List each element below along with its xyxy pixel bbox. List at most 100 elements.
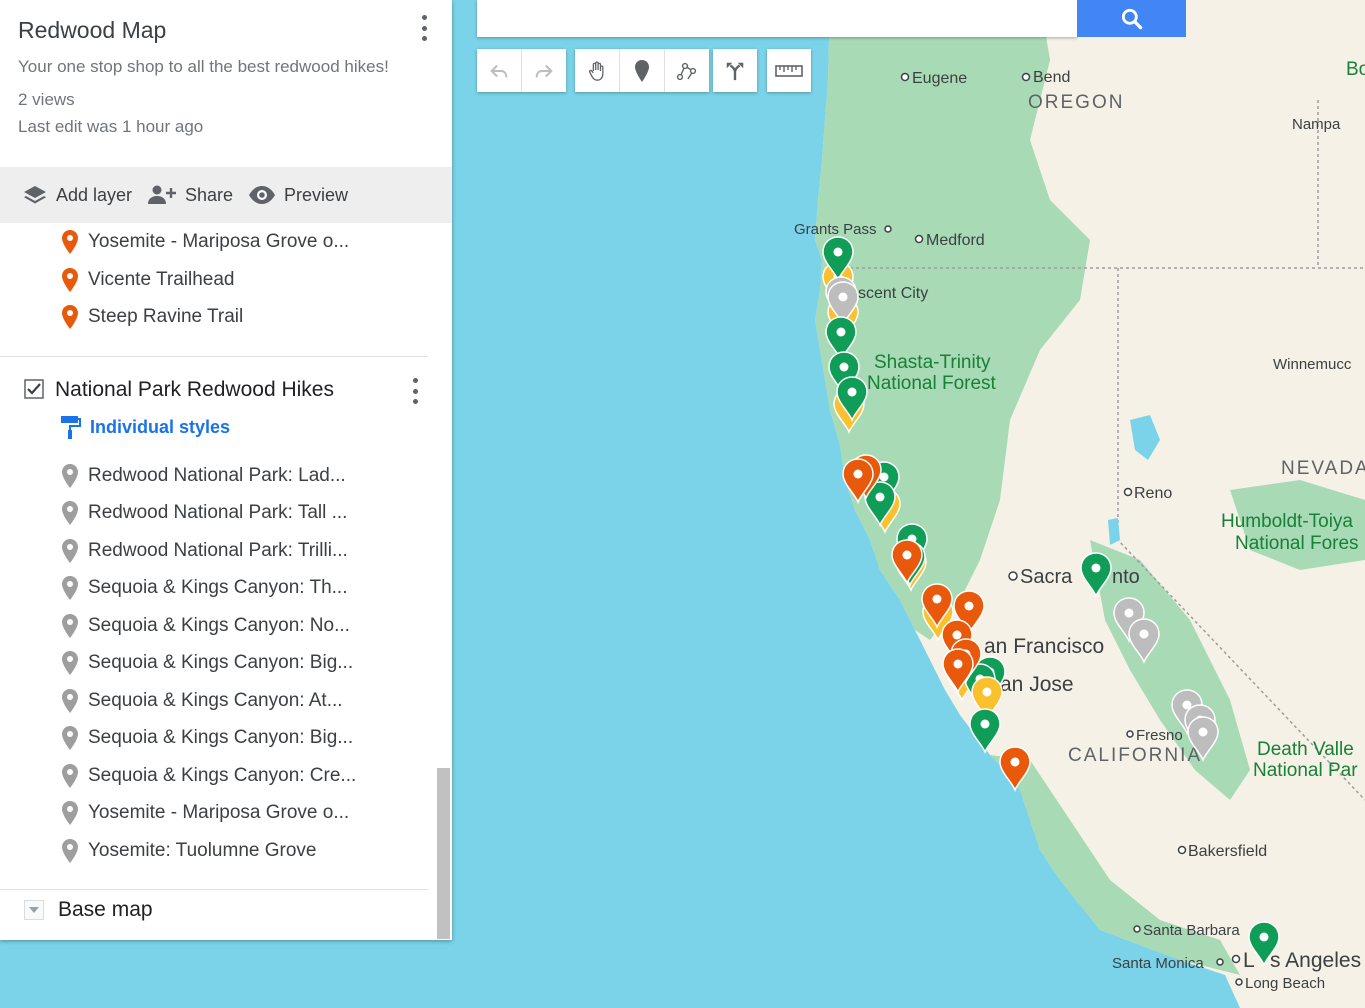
list-item[interactable]: Sequoia & Kings Canyon: Th... — [60, 570, 347, 606]
kebab-dot — [421, 15, 427, 20]
layer-title[interactable]: National Park Redwood Hikes — [55, 378, 334, 402]
map-description[interactable]: Your one stop shop to all the best redwo… — [18, 57, 389, 77]
list-item[interactable]: Sequoia & Kings Canyon: No... — [60, 608, 350, 644]
ruler-icon — [775, 64, 803, 77]
map-label-medford: Medford — [926, 232, 985, 249]
city-dot — [1177, 845, 1187, 855]
city-dot — [1021, 72, 1031, 82]
map-label-bend: Bend — [1033, 69, 1070, 86]
list-item[interactable]: Sequoia & Kings Canyon: At... — [60, 683, 343, 719]
gray-marker-icon — [62, 764, 78, 788]
preview-label: Preview — [284, 184, 349, 205]
gray-marker-icon — [62, 689, 78, 713]
map-options-menu-button[interactable] — [421, 15, 427, 41]
list-item-label: Sequoia & Kings Canyon: Big... — [88, 727, 354, 748]
map-title[interactable]: Redwood Map — [18, 17, 166, 44]
list-item-label: Yosemite - Mariposa Grove o... — [88, 231, 350, 252]
kebab-dot — [412, 388, 418, 394]
list-item[interactable]: Redwood National Park: Tall ... — [60, 495, 347, 531]
city-dot — [1216, 958, 1224, 966]
map-label-shasta-1: Shasta-Trinity — [874, 352, 991, 373]
layer-visibility-checkbox[interactable] — [24, 379, 44, 399]
map-label-humboldt-2: National Fores — [1235, 533, 1359, 554]
directions-tools — [713, 49, 757, 92]
undo-icon — [490, 64, 508, 77]
city-dot — [1123, 487, 1133, 497]
map-label-reno: Reno — [1134, 485, 1172, 502]
kebab-dot — [412, 399, 418, 404]
list-item[interactable]: Steep Ravine Trail — [60, 299, 243, 335]
map-label-la-b: s Angeles — [1270, 949, 1361, 972]
list-item-label: Sequoia & Kings Canyon: No... — [88, 615, 350, 636]
city-dot — [884, 225, 892, 233]
measure-button[interactable] — [767, 49, 811, 92]
layer-options-menu-button[interactable] — [412, 378, 418, 404]
list-item-label: Redwood National Park: Tall ... — [88, 502, 348, 523]
add-person-icon — [148, 185, 176, 204]
gray-marker-icon — [62, 576, 78, 600]
city-dot — [1235, 978, 1243, 986]
list-item[interactable]: Sequoia & Kings Canyon: Cre... — [60, 758, 356, 794]
panel-scrollbar[interactable] — [437, 768, 450, 939]
city-dot — [1126, 730, 1134, 738]
orange-marker-icon — [62, 268, 78, 292]
list-item-label: Yosemite - Mariposa Grove o... — [88, 802, 350, 823]
add-layer-button[interactable]: Add layer — [22, 167, 132, 223]
map-last-edit: Last edit was 1 hour ago — [18, 117, 204, 136]
add-directions-button[interactable] — [713, 49, 757, 92]
base-map-toggle[interactable]: Base map — [24, 898, 153, 922]
map-label-bo: Bo — [1346, 59, 1365, 80]
draw-line-button[interactable] — [665, 49, 709, 92]
map-label-long-beach: Long Beach — [1245, 975, 1325, 992]
basemap-divider — [0, 889, 428, 890]
list-item[interactable]: Yosemite - Mariposa Grove o... — [60, 795, 349, 831]
list-item[interactable]: Sequoia & Kings Canyon: Big... — [60, 720, 353, 756]
map-label-eugene: Eugene — [912, 70, 967, 87]
share-label: Share — [185, 184, 234, 205]
orange-marker-icon — [62, 230, 78, 254]
map-label-death-valley-1: Death Valle — [1257, 739, 1354, 760]
search-icon — [1121, 8, 1142, 29]
list-item[interactable]: Sequoia & Kings Canyon: Big... — [60, 645, 353, 681]
kebab-dot — [412, 378, 418, 383]
city-dot — [900, 72, 910, 82]
paint-roller-icon — [61, 416, 81, 439]
list-item[interactable]: Vicente Trailhead — [60, 262, 234, 298]
search-button[interactable] — [1077, 0, 1186, 37]
redo-button[interactable] — [522, 49, 566, 92]
list-item[interactable]: Redwood National Park: Trilli... — [60, 533, 348, 569]
list-item-label: Sequoia & Kings Canyon: Cre... — [88, 765, 357, 786]
map-label-winnemucca: Winnemucc — [1273, 356, 1352, 373]
map-label-santa-monica: Santa Monica — [1112, 955, 1204, 972]
measure-tools — [767, 49, 811, 92]
map-label-grants-pass: Grants Pass — [794, 221, 877, 238]
map-label-nampa: Nampa — [1292, 116, 1341, 133]
list-item-label: Sequoia & Kings Canyon: At... — [88, 690, 343, 711]
kebab-dot — [421, 36, 427, 41]
gray-marker-icon — [62, 651, 78, 675]
preview-button[interactable]: Preview — [248, 167, 348, 223]
list-item[interactable]: Yosemite - Mariposa Grove o... — [60, 224, 349, 260]
map-label-nevada: NEVADA — [1281, 458, 1365, 479]
list-item[interactable]: Yosemite: Tuolumne Grove — [60, 833, 316, 869]
list-item[interactable]: Redwood National Park: Lad... — [60, 458, 346, 494]
map-label-san-jose: an Jose — [1000, 673, 1074, 696]
select-tool-button[interactable] — [575, 49, 620, 92]
add-marker-button[interactable] — [620, 49, 665, 92]
list-item-label: Sequoia & Kings Canyon: Big... — [88, 652, 354, 673]
directions-icon — [726, 62, 744, 80]
draw-tools — [575, 49, 709, 92]
share-button[interactable]: Share — [147, 167, 233, 223]
gray-marker-icon — [62, 464, 78, 488]
map-label-death-valley-2: National Par — [1253, 760, 1358, 781]
map-label-santa-barbara: Santa Barbara — [1143, 922, 1240, 939]
individual-styles-link[interactable]: Individual styles — [60, 414, 230, 440]
gray-marker-icon — [62, 839, 78, 863]
history-tools — [477, 49, 566, 92]
search-input[interactable] — [477, 0, 1077, 37]
layer-divider — [0, 356, 428, 357]
gray-marker-icon — [62, 614, 78, 638]
map-label-oregon: OREGON — [1028, 92, 1124, 113]
orange-marker-icon — [62, 305, 78, 329]
undo-button[interactable] — [477, 49, 522, 92]
